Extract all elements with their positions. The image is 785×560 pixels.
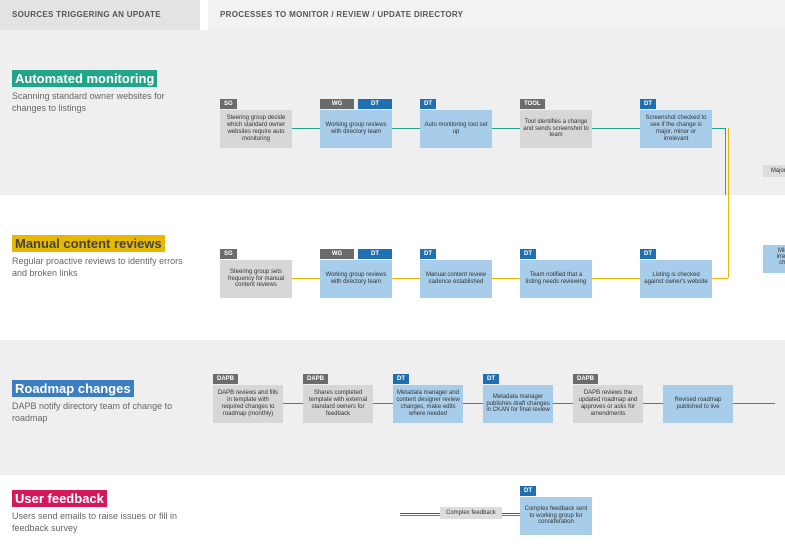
branch-minor: Minor or irrelevant change bbox=[763, 245, 785, 273]
node-text: Metadata manager and content designer re… bbox=[396, 390, 460, 418]
title-manual: Manual content reviews bbox=[12, 235, 165, 252]
tag-dt: DT bbox=[520, 486, 536, 496]
title-automated: Automated monitoring bbox=[12, 70, 157, 87]
node-feedback-sent: DT Complex feedback sent to working grou… bbox=[520, 497, 592, 535]
lane-roadmap: DAPB DAPB reviews and fills in template … bbox=[200, 340, 785, 475]
node-text: Working group reviews with directory tea… bbox=[323, 272, 389, 286]
desc-feedback: Users send emails to raise issues or fil… bbox=[12, 511, 188, 534]
tag-dapb: DAPB bbox=[573, 374, 598, 384]
node-roadmap-dt2: DT Metadata manager publishes draft chan… bbox=[483, 385, 553, 423]
node-text: DAPB reviews and fills in template with … bbox=[216, 390, 280, 418]
tag-dt: DT bbox=[640, 99, 656, 109]
node-manual-notify: DT Team notified that a listing needs re… bbox=[520, 260, 592, 298]
node-text: Manual content review cadence establishe… bbox=[423, 272, 489, 286]
lane-automated: SG Steering group decide which standard … bbox=[200, 30, 785, 195]
node-text: Tool identifies a change and sends scree… bbox=[523, 119, 589, 140]
tag-dt: DT bbox=[483, 374, 499, 384]
node-roadmap-dapb2: DAPB Shares completed template with exte… bbox=[303, 385, 373, 423]
node-text: DAPB reviews the updated roadmap and app… bbox=[576, 390, 640, 418]
node-text: Revised roadmap published to live bbox=[666, 397, 730, 411]
node-text: Steering group sets frequency for manual… bbox=[223, 269, 289, 290]
tag-tool: TOOL bbox=[520, 99, 545, 109]
node-text: Auto monitoring tool set up bbox=[423, 122, 489, 136]
section-manual-info: Manual content reviews Regular proactive… bbox=[0, 195, 200, 340]
node-text: Listing is checked against owner's websi… bbox=[643, 272, 709, 286]
tag-dapb: DAPB bbox=[303, 374, 328, 384]
lane-manual: SG Steering group sets frequency for man… bbox=[200, 195, 785, 340]
desc-manual: Regular proactive reviews to identify er… bbox=[12, 256, 188, 279]
tag-dt: DT bbox=[358, 249, 392, 259]
tag-dapb: DAPB bbox=[213, 374, 238, 384]
connector-auto-down bbox=[725, 128, 726, 195]
node-text: Complex feedback sent to working group f… bbox=[523, 506, 589, 527]
connector-manual-up bbox=[728, 195, 729, 278]
node-auto-sg: SG Steering group decide which standard … bbox=[220, 110, 292, 148]
header-processes: PROCESSES TO MONITOR / REVIEW / UPDATE D… bbox=[208, 0, 785, 30]
section-roadmap-info: Roadmap changes DAPB notify directory te… bbox=[0, 340, 200, 475]
tag-wg: WG bbox=[320, 249, 354, 259]
node-auto-tool: TOOL Tool identifies a change and sends … bbox=[520, 110, 592, 148]
node-auto-wg: WG DT Working group reviews with directo… bbox=[320, 110, 392, 148]
tag-wg: WG bbox=[320, 99, 354, 109]
node-roadmap-publish: Revised roadmap published to live bbox=[663, 385, 733, 423]
section-automated: Automated monitoring Scanning standard o… bbox=[0, 30, 785, 195]
tag-dt: DT bbox=[358, 99, 392, 109]
section-roadmap: Roadmap changes DAPB notify directory te… bbox=[0, 340, 785, 475]
node-text: Steering group decide which standard own… bbox=[223, 115, 289, 143]
tag-sg: SG bbox=[220, 99, 237, 109]
node-manual-cadence: DT Manual content review cadence establi… bbox=[420, 260, 492, 298]
title-feedback: User feedback bbox=[12, 490, 107, 507]
desc-automated: Scanning standard owner websites for cha… bbox=[12, 91, 188, 114]
node-roadmap-dt1: DT Metadata manager and content designer… bbox=[393, 385, 463, 423]
desc-roadmap: DAPB notify directory team of change to … bbox=[12, 401, 188, 424]
section-feedback: User feedback Users send emails to raise… bbox=[0, 475, 785, 560]
branch-major: Major change bbox=[763, 165, 785, 177]
node-text: Screenshot checked to see if the change … bbox=[643, 115, 709, 143]
section-automated-info: Automated monitoring Scanning standard o… bbox=[0, 30, 200, 195]
node-manual-sg: SG Steering group sets frequency for man… bbox=[220, 260, 292, 298]
node-roadmap-dapb1: DAPB DAPB reviews and fills in template … bbox=[213, 385, 283, 423]
section-feedback-info: User feedback Users send emails to raise… bbox=[0, 475, 200, 560]
node-feedback-complex: Complex feedback bbox=[440, 507, 502, 519]
node-manual-wg: WG DT Working group reviews with directo… bbox=[320, 260, 392, 298]
node-auto-setup: DT Auto monitoring tool set up bbox=[420, 110, 492, 148]
header-row: SOURCES TRIGGERING AN UPDATE PROCESSES T… bbox=[0, 0, 785, 30]
tag-sg: SG bbox=[220, 249, 237, 259]
title-roadmap: Roadmap changes bbox=[12, 380, 134, 397]
header-sources: SOURCES TRIGGERING AN UPDATE bbox=[0, 0, 200, 30]
lane-feedback: Complex feedback DT Complex feedback sen… bbox=[200, 475, 785, 560]
node-manual-check: DT Listing is checked against owner's we… bbox=[640, 260, 712, 298]
node-auto-screenshot: DT Screenshot checked to see if the chan… bbox=[640, 110, 712, 148]
tag-dt: DT bbox=[520, 249, 536, 259]
tag-dt: DT bbox=[420, 99, 436, 109]
tag-dt: DT bbox=[393, 374, 409, 384]
section-manual: Manual content reviews Regular proactive… bbox=[0, 195, 785, 340]
node-roadmap-dapb3: DAPB DAPB reviews the updated roadmap an… bbox=[573, 385, 643, 423]
node-text: Working group reviews with directory tea… bbox=[323, 122, 389, 136]
node-text: Metadata manager publishes draft changes… bbox=[486, 394, 550, 415]
tag-dt: DT bbox=[420, 249, 436, 259]
tag-dt: DT bbox=[640, 249, 656, 259]
node-text: Team notified that a listing needs revie… bbox=[523, 272, 589, 286]
node-text: Shares completed template with external … bbox=[306, 390, 370, 418]
